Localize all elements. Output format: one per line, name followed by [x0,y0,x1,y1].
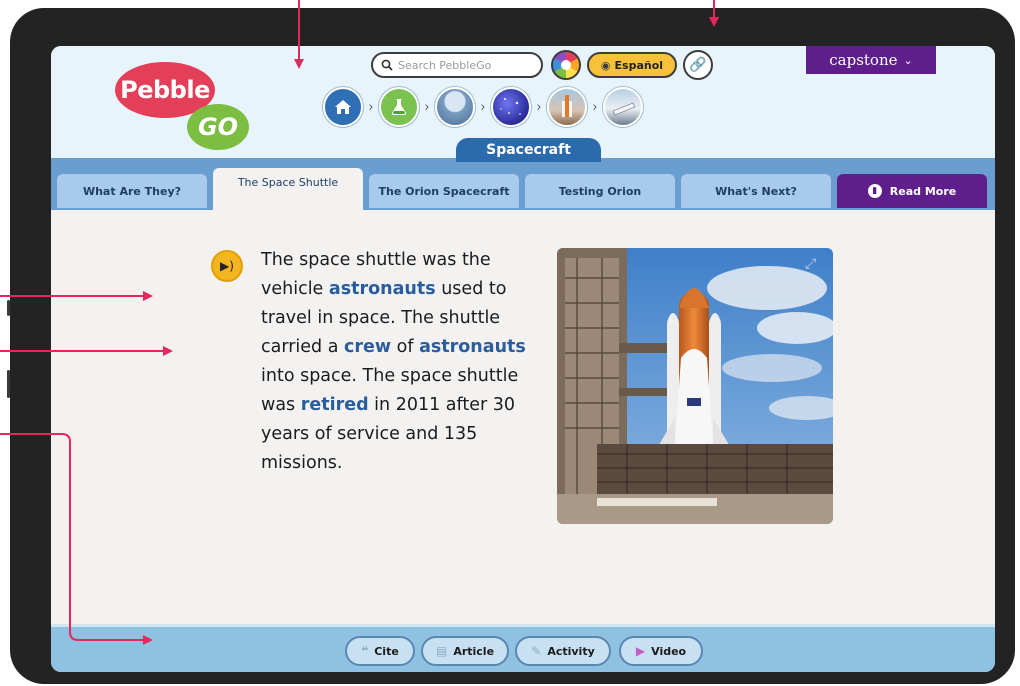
breadcrumb-separator: › [536,99,542,115]
tab-bar: What Are They? The Space Shuttle The Ori… [51,158,995,210]
tab-what-are-they[interactable]: What Are They? [57,174,207,208]
pebblego-logo[interactable]: Pebble GO [115,62,249,150]
play-icon: ▶ [635,644,646,658]
capstone-label: capstone [829,51,898,69]
read-more-button[interactable]: ▮ Read More [837,174,987,208]
breadcrumb: › › › › › [323,86,643,128]
article-button[interactable]: ▤ Article [421,636,509,666]
activity-button[interactable]: ✎ Activity [515,636,611,666]
space-shuttle-icon[interactable] [547,87,587,127]
quote-icon: ❝ [361,644,369,658]
breadcrumb-separator: › [368,99,374,115]
vocab-word-astronauts[interactable]: astronauts [329,279,436,299]
breadcrumb-separator: › [424,99,430,115]
galaxy-icon[interactable] [491,87,531,127]
expand-icon[interactable]: ⤢ [805,256,823,274]
pencil-icon: ✎ [531,644,542,658]
search-icon [381,59,393,71]
tab-whats-next[interactable]: What's Next? [681,174,831,208]
vocab-word-retired[interactable]: retired [301,395,369,415]
science-flask-icon[interactable] [379,87,419,127]
search-input[interactable] [398,58,536,72]
vocab-word-astronauts[interactable]: astronauts [419,337,526,357]
article-text: The space shuttle was the vehicle astron… [261,246,551,478]
tablet-frame: Pebble GO ◉ Español 🔗 capstone ⌄ [7,8,1015,684]
video-label: Video [651,644,687,658]
link-icon[interactable]: 🔗 [683,50,713,80]
home-icon[interactable] [323,87,363,127]
text-span: of [391,337,420,357]
app-screen: Pebble GO ◉ Español 🔗 capstone ⌄ [51,46,995,672]
stage: Pebble GO ◉ Español 🔗 capstone ⌄ [0,0,1020,686]
spacecraft-icon[interactable] [603,87,643,127]
article-label: Article [453,644,495,658]
section-title: Spacecraft [456,138,601,162]
read-more-label: Read More [889,184,957,198]
search-bar[interactable] [371,52,543,78]
tab-orion-spacecraft[interactable]: The Orion Spacecraft [369,174,519,208]
color-wheel-icon[interactable] [551,50,581,80]
tab-space-shuttle[interactable]: The Space Shuttle [213,168,363,210]
tab-testing-orion[interactable]: Testing Orion [525,174,675,208]
breadcrumb-separator: › [592,99,598,115]
cite-button[interactable]: ❝ Cite [345,636,415,666]
side-button [7,300,10,316]
globe-icon: ◉ [600,58,611,72]
cite-label: Cite [374,644,399,658]
capstone-menu[interactable]: capstone ⌄ [806,46,936,74]
vocab-word-crew[interactable]: crew [344,337,391,357]
activity-label: Activity [547,644,595,658]
logo-go: GO [187,104,249,150]
astronaut-icon[interactable] [435,87,475,127]
article-icon: ▤ [435,644,448,658]
language-label: Español [614,58,664,72]
article-content: ▶) The space shuttle was the vehicle ast… [51,210,995,622]
space-shuttle-photo[interactable]: ⤢ [557,248,833,524]
side-button [7,370,10,398]
bottom-toolbar: ❝ Cite ▤ Article ✎ Activity ▶ Video [51,624,995,672]
book-icon: ▮ [867,184,882,198]
breadcrumb-separator: › [480,99,486,115]
video-button[interactable]: ▶ Video [619,636,703,666]
chevron-down-icon: ⌄ [903,53,913,67]
language-button[interactable]: ◉ Español [587,52,677,78]
speaker-icon[interactable]: ▶) [211,250,243,282]
space-shuttle-illustration [557,248,833,524]
